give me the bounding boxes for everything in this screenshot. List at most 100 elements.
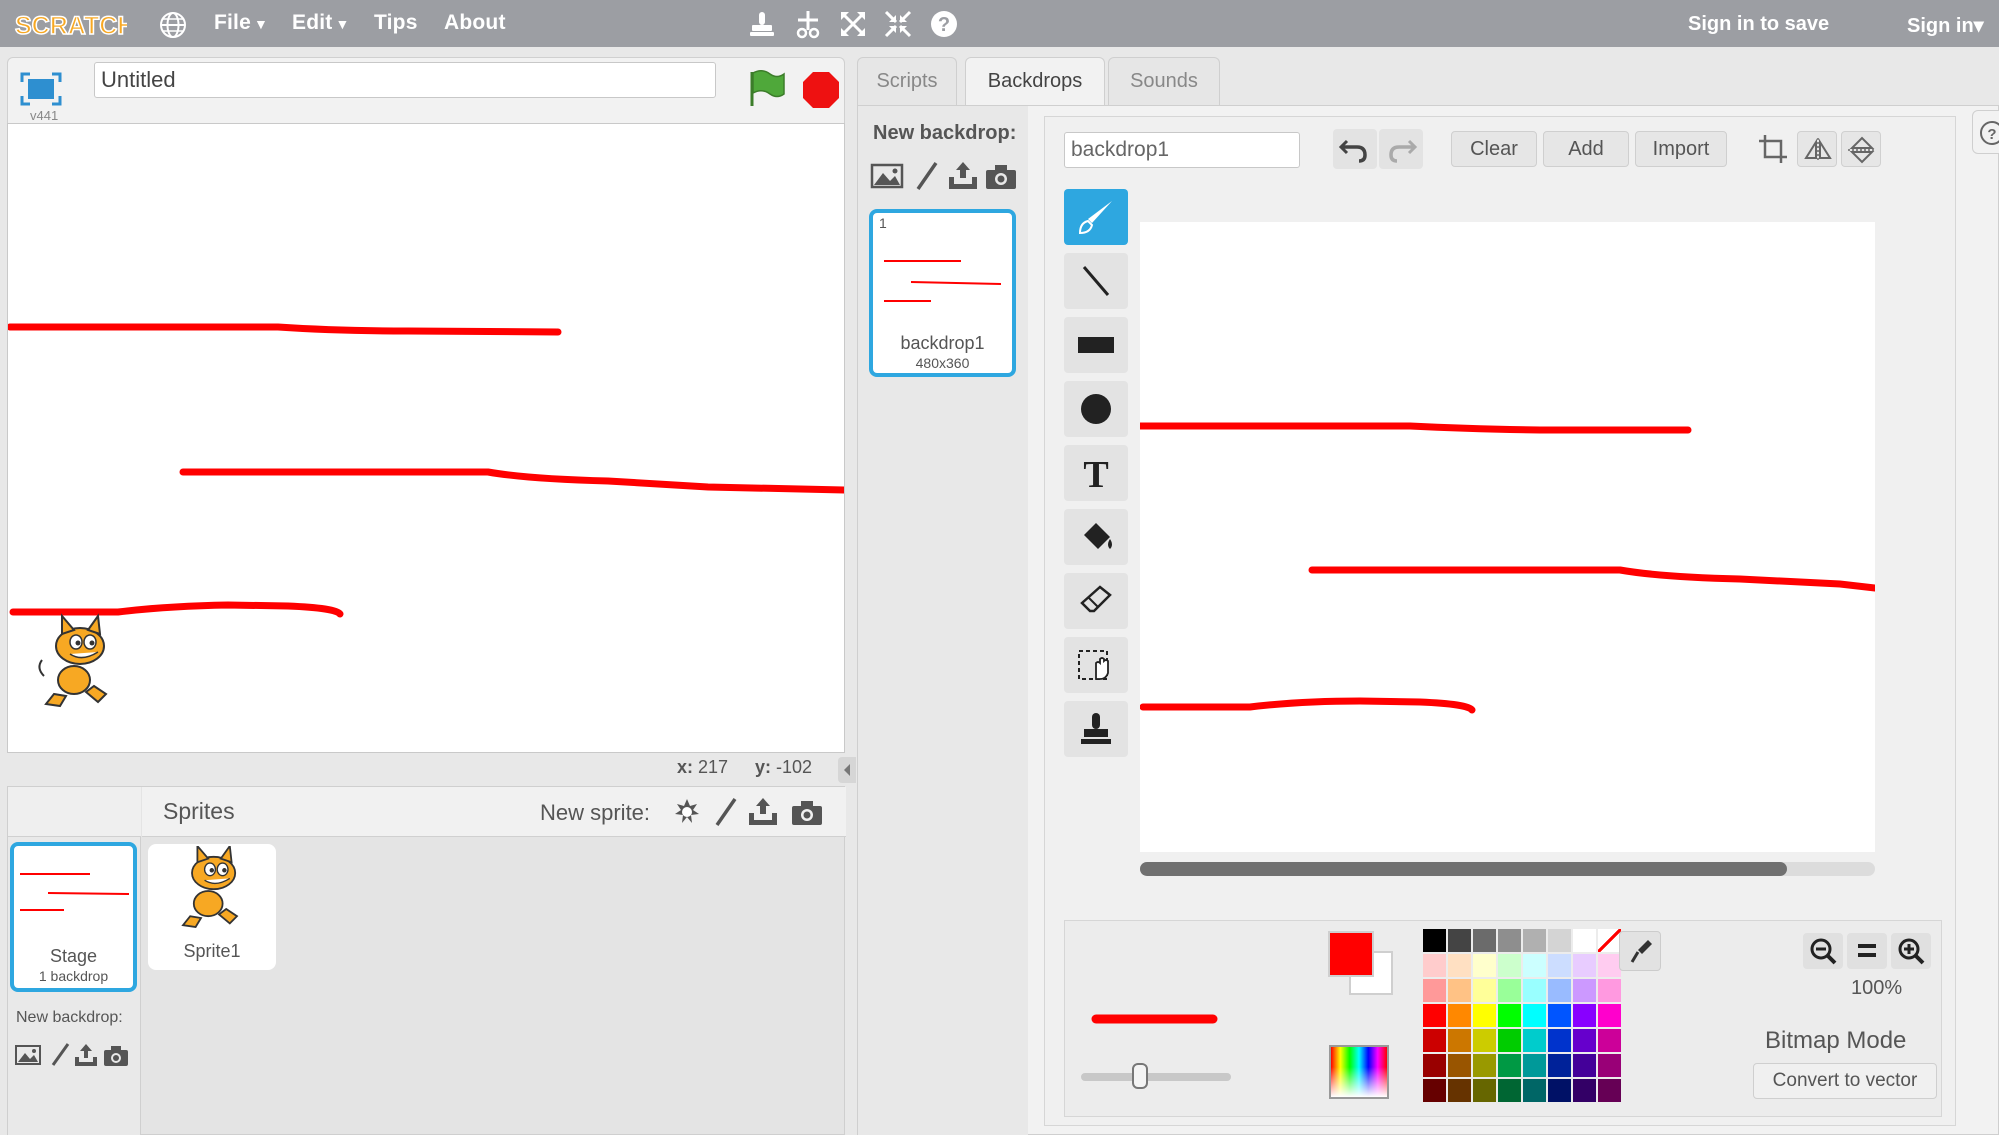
color-swatch[interactable] bbox=[1548, 1029, 1571, 1052]
primary-color[interactable] bbox=[1328, 931, 1374, 977]
color-swatch[interactable] bbox=[1598, 1079, 1621, 1102]
color-swatch[interactable] bbox=[1573, 954, 1596, 977]
color-swatch[interactable] bbox=[1598, 1029, 1621, 1052]
color-swatch[interactable] bbox=[1598, 1004, 1621, 1027]
duplicate-icon[interactable] bbox=[746, 8, 778, 40]
color-swatch[interactable] bbox=[1523, 1004, 1546, 1027]
color-swatch[interactable] bbox=[1473, 954, 1496, 977]
ellipse-tool[interactable] bbox=[1064, 381, 1128, 437]
select-tool[interactable] bbox=[1064, 637, 1128, 693]
zoom-in-button[interactable] bbox=[1891, 933, 1931, 969]
color-swatch[interactable] bbox=[1473, 1079, 1496, 1102]
upload-sprite-icon[interactable] bbox=[746, 795, 780, 829]
color-swatch[interactable] bbox=[1598, 979, 1621, 1002]
menu-edit[interactable]: Edit ▼ bbox=[292, 11, 350, 35]
brush-size-slider-knob[interactable] bbox=[1131, 1063, 1148, 1089]
color-swatch[interactable] bbox=[1448, 1054, 1471, 1077]
sprite-thumbnail[interactable]: Sprite1 bbox=[148, 844, 276, 970]
brush-tool[interactable] bbox=[1064, 189, 1128, 245]
color-swatch[interactable] bbox=[1423, 1079, 1446, 1102]
import-button[interactable]: Import bbox=[1635, 131, 1727, 167]
color-swatch[interactable] bbox=[1423, 1054, 1446, 1077]
color-swatch[interactable] bbox=[1448, 1004, 1471, 1027]
green-flag-icon[interactable] bbox=[744, 66, 788, 108]
stage-thumbnail[interactable]: Stage 1 backdrop bbox=[10, 842, 137, 992]
color-swatch[interactable] bbox=[1573, 1004, 1596, 1027]
color-swatch[interactable] bbox=[1448, 1079, 1471, 1102]
zoom-reset-button[interactable] bbox=[1847, 933, 1887, 969]
stop-icon[interactable] bbox=[801, 70, 841, 110]
clear-button[interactable]: Clear bbox=[1451, 131, 1537, 167]
color-swatch[interactable] bbox=[1423, 1004, 1446, 1027]
zoom-out-button[interactable] bbox=[1803, 933, 1843, 969]
crop-button[interactable] bbox=[1753, 131, 1793, 167]
color-swatch[interactable] bbox=[1523, 1029, 1546, 1052]
color-swatch[interactable] bbox=[1498, 1029, 1521, 1052]
menu-tips[interactable]: Tips bbox=[374, 11, 418, 35]
cut-icon[interactable] bbox=[792, 8, 824, 40]
color-swatch[interactable] bbox=[1523, 1054, 1546, 1077]
language-globe-icon[interactable] bbox=[158, 10, 188, 40]
color-swatch[interactable] bbox=[1448, 979, 1471, 1002]
color-swatch[interactable] bbox=[1548, 979, 1571, 1002]
menu-about[interactable]: About bbox=[444, 11, 506, 35]
menu-file[interactable]: File ▼ bbox=[214, 11, 268, 35]
project-title-input[interactable] bbox=[94, 62, 716, 98]
color-swatch[interactable] bbox=[1498, 1054, 1521, 1077]
color-swatch[interactable] bbox=[1498, 1079, 1521, 1102]
color-swatch[interactable] bbox=[1473, 929, 1496, 952]
sprite-library-icon[interactable] bbox=[670, 795, 704, 829]
convert-to-vector-button[interactable]: Convert to vector bbox=[1753, 1063, 1937, 1099]
rectangle-tool[interactable] bbox=[1064, 317, 1128, 373]
color-swatch[interactable] bbox=[1423, 1029, 1446, 1052]
color-swatch[interactable] bbox=[1473, 1054, 1496, 1077]
color-swatch[interactable] bbox=[1523, 1079, 1546, 1102]
color-swatch[interactable] bbox=[1548, 1004, 1571, 1027]
color-swatch[interactable] bbox=[1473, 1029, 1496, 1052]
color-swatch[interactable] bbox=[1498, 1004, 1521, 1027]
sign-in-menu[interactable]: Sign in▾ bbox=[1907, 13, 1984, 38]
camera-backdrop-icon[interactable] bbox=[102, 1041, 130, 1069]
color-swatch[interactable] bbox=[1498, 929, 1521, 952]
color-swatch[interactable] bbox=[1573, 1079, 1596, 1102]
backdrop-name-input[interactable] bbox=[1064, 132, 1300, 168]
scratch-logo[interactable]: SCRATCH bbox=[12, 6, 127, 42]
color-swatch[interactable] bbox=[1573, 929, 1596, 952]
line-tool[interactable] bbox=[1064, 253, 1128, 309]
brush-size-slider[interactable] bbox=[1081, 1073, 1231, 1081]
color-swatch[interactable] bbox=[1423, 954, 1446, 977]
redo-button[interactable] bbox=[1379, 129, 1423, 169]
color-swatch[interactable] bbox=[1573, 979, 1596, 1002]
color-swatch[interactable] bbox=[1523, 979, 1546, 1002]
color-picker-gradient[interactable] bbox=[1329, 1045, 1389, 1099]
help-tab[interactable]: ? bbox=[1972, 110, 1999, 154]
camera-sprite-icon[interactable] bbox=[790, 795, 824, 829]
color-swatch[interactable] bbox=[1473, 1004, 1496, 1027]
eraser-tool[interactable] bbox=[1064, 573, 1128, 629]
transparent-color-swatch[interactable] bbox=[1598, 929, 1621, 952]
sprite1-cat[interactable] bbox=[38, 613, 108, 708]
fill-tool[interactable] bbox=[1064, 509, 1128, 565]
backdrop-library-icon[interactable] bbox=[870, 159, 904, 193]
flip-vertical-button[interactable] bbox=[1841, 131, 1881, 167]
stamp-tool[interactable] bbox=[1064, 701, 1128, 757]
color-swatch[interactable] bbox=[1573, 1029, 1596, 1052]
backdrop-thumbnail[interactable]: 1 backdrop1 480x360 bbox=[869, 209, 1016, 377]
color-swatch[interactable] bbox=[1598, 1054, 1621, 1077]
horizontal-scrollbar-thumb[interactable] bbox=[1140, 862, 1787, 876]
sign-in-to-save-link[interactable]: Sign in to save bbox=[1688, 13, 1829, 36]
paint-new-backdrop-icon[interactable] bbox=[910, 159, 944, 193]
undo-button[interactable] bbox=[1333, 129, 1377, 169]
color-swatch[interactable] bbox=[1448, 1029, 1471, 1052]
add-button[interactable]: Add bbox=[1543, 131, 1629, 167]
color-swatch[interactable] bbox=[1423, 929, 1446, 952]
color-swatch[interactable] bbox=[1598, 954, 1621, 977]
text-tool[interactable]: T bbox=[1064, 445, 1128, 501]
camera-backdrop-icon[interactable] bbox=[984, 159, 1018, 193]
stage-collapse-toggle[interactable] bbox=[838, 757, 856, 783]
upload-backdrop-icon[interactable] bbox=[946, 159, 980, 193]
color-swatch[interactable] bbox=[1548, 954, 1571, 977]
backdrop-library-icon[interactable] bbox=[14, 1041, 42, 1069]
color-swatch[interactable] bbox=[1548, 1079, 1571, 1102]
eyedropper-button[interactable] bbox=[1619, 931, 1661, 971]
